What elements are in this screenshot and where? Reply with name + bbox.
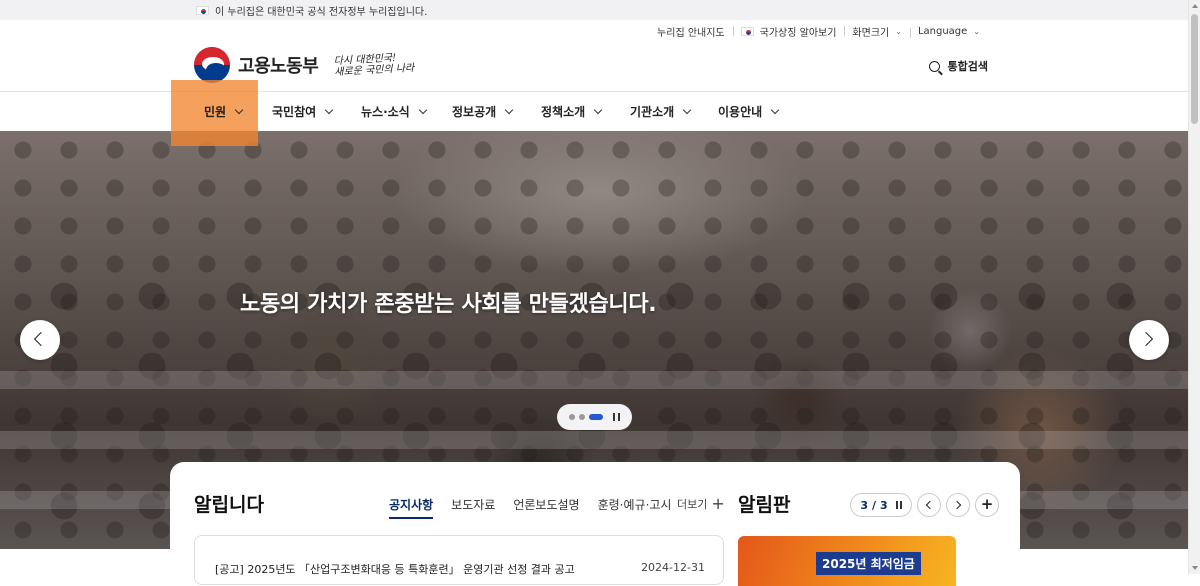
national-symbols-label: 국가상징 알아보기 [759, 28, 837, 39]
board-controls: 3 / 3 + [850, 493, 999, 517]
carousel-pager [557, 404, 632, 430]
scroll-down-icon[interactable] [1192, 566, 1198, 570]
nav-label: 뉴스·소식 [361, 105, 410, 119]
chevron-right-icon [952, 500, 962, 510]
notice-item-title: [공고] 2025년도 「산업구조변화대응 등 특화훈련」 운영기관 선정 결과… [215, 563, 575, 576]
carousel-next-button[interactable] [1129, 320, 1169, 360]
gov-notice[interactable]: 이 누리집은 대한민국 공식 전자정부 누리집입니다. [196, 3, 427, 18]
sitemap-label: 누리집 안내지도 [657, 28, 725, 39]
slide-dot-active[interactable] [589, 414, 603, 420]
ministry-name: 고용노동부 [238, 56, 319, 77]
banner-text: 2025년 최저임금 [816, 552, 921, 575]
screen-size-dropdown[interactable]: 화면크기 ⌄ [844, 24, 910, 39]
search-label: 통합검색 [947, 60, 988, 73]
slogan: 다시 대한민국! 새로운 국민의 나라 [334, 52, 415, 78]
nav-label: 정보공개 [452, 105, 497, 119]
nav-label: 민원 [204, 105, 227, 119]
taegeuk-logo-icon [194, 47, 230, 83]
list-item[interactable]: [공고] 2025년도 「산업구조변화대응 등 특화훈련」 운영기관 선정 결과… [215, 561, 705, 577]
pause-icon[interactable] [613, 413, 620, 421]
nav-item-news[interactable]: 뉴스·소식 [361, 92, 427, 131]
more-label: 더보기 [677, 498, 708, 511]
board-banner[interactable]: 2025년 최저임금 [738, 536, 956, 586]
chevron-left-icon [33, 331, 49, 347]
chevron-right-icon [1138, 331, 1154, 347]
plus-icon: + [980, 495, 994, 513]
nav-item-guide[interactable]: 이용안내 [718, 92, 780, 131]
korea-flag-icon [196, 6, 209, 15]
notice-title: 알립니다 [194, 494, 264, 516]
chevron-down-icon [324, 105, 334, 115]
chevron-down-icon [418, 105, 427, 115]
board-counter: 3 / 3 [850, 493, 912, 517]
nav-label: 기관소개 [630, 105, 675, 119]
board-next-button[interactable] [946, 493, 970, 517]
search-icon [928, 60, 940, 72]
more-button[interactable]: 더보기 + [677, 496, 725, 512]
board-more-button[interactable]: + [975, 493, 999, 517]
chevron-down-icon [682, 105, 692, 115]
page-scrollbar[interactable] [1188, 0, 1200, 574]
tab-announcements[interactable]: 공지사항 [389, 496, 434, 519]
utility-menu: 누리집 안내지도 국가상징 알아보기 화면크기 ⌄ Language ⌄ [649, 24, 988, 39]
pause-icon[interactable] [895, 501, 902, 509]
notice-tabs: 공지사항 보도자료 언론보도설명 훈령·예규·고시 [389, 496, 671, 519]
nav-label: 이용안내 [718, 105, 763, 119]
integrated-search-button[interactable]: 통합검색 [928, 58, 988, 74]
chevron-down-icon [593, 105, 603, 115]
slide-dot[interactable] [579, 414, 585, 420]
slide-dot[interactable] [569, 414, 575, 420]
scroll-up-icon[interactable] [1192, 4, 1198, 8]
screen-size-label: 화면크기 [852, 28, 890, 39]
nav-item-organization[interactable]: 기관소개 [630, 92, 692, 131]
plus-icon: + [711, 494, 725, 513]
chevron-down-icon [504, 105, 514, 115]
board-total: 3 [880, 498, 888, 512]
language-label: Language [917, 26, 968, 37]
national-symbols-link[interactable]: 국가상징 알아보기 [732, 24, 845, 39]
tab-press-releases[interactable]: 보도자료 [451, 496, 495, 519]
board-current: 3 [860, 498, 868, 512]
board-prev-button[interactable] [917, 493, 941, 517]
nav-label: 국민참여 [272, 105, 317, 119]
chevron-down-icon: ⌄ [973, 27, 980, 36]
hero-title: 노동의 가치가 존중받는 사회를 만들겠습니다. [240, 292, 657, 317]
board-separator: / [871, 498, 877, 512]
nav-item-participation[interactable]: 국민참여 [272, 92, 334, 131]
site-logo[interactable]: 고용노동부 다시 대한민국! 새로운 국민의 나라 [194, 47, 415, 83]
nav-item-civil-service-overlay-label[interactable]: 민원 [204, 92, 244, 131]
notice-list: [공고] 2025년도 「산업구조변화대응 등 특화훈련」 운영기관 선정 결과… [194, 535, 724, 585]
language-dropdown[interactable]: Language ⌄ [909, 26, 988, 38]
notice-item-date: 2024-12-31 [641, 561, 705, 574]
chevron-down-icon [234, 105, 244, 115]
chevron-down-icon: ⌄ [895, 27, 902, 36]
chevron-down-icon [770, 105, 780, 115]
nav-item-policy[interactable]: 정책소개 [541, 92, 603, 131]
scroll-thumb[interactable] [1191, 14, 1198, 124]
chevron-left-icon [925, 500, 935, 510]
gov-notice-text: 이 누리집은 대한민국 공식 전자정부 누리집입니다. [215, 7, 428, 18]
tab-press-explanations[interactable]: 언론보도설명 [513, 496, 579, 519]
notice-panel: 알립니다 공지사항 보도자료 언론보도설명 훈령·예규·고시 더보기 + 알림판… [170, 462, 1020, 586]
board-title: 알림판 [738, 494, 791, 516]
carousel-prev-button[interactable] [20, 320, 60, 360]
sitemap-link[interactable]: 누리집 안내지도 [649, 24, 733, 39]
korea-flag-icon [740, 27, 754, 36]
nav-item-info-disclosure[interactable]: 정보공개 [452, 92, 514, 131]
nav-label: 정책소개 [541, 105, 586, 119]
tab-directives[interactable]: 훈령·예규·고시 [598, 496, 672, 519]
gov-notice-strip: 이 누리집은 대한민국 공식 전자정부 누리집입니다. [0, 0, 1188, 20]
